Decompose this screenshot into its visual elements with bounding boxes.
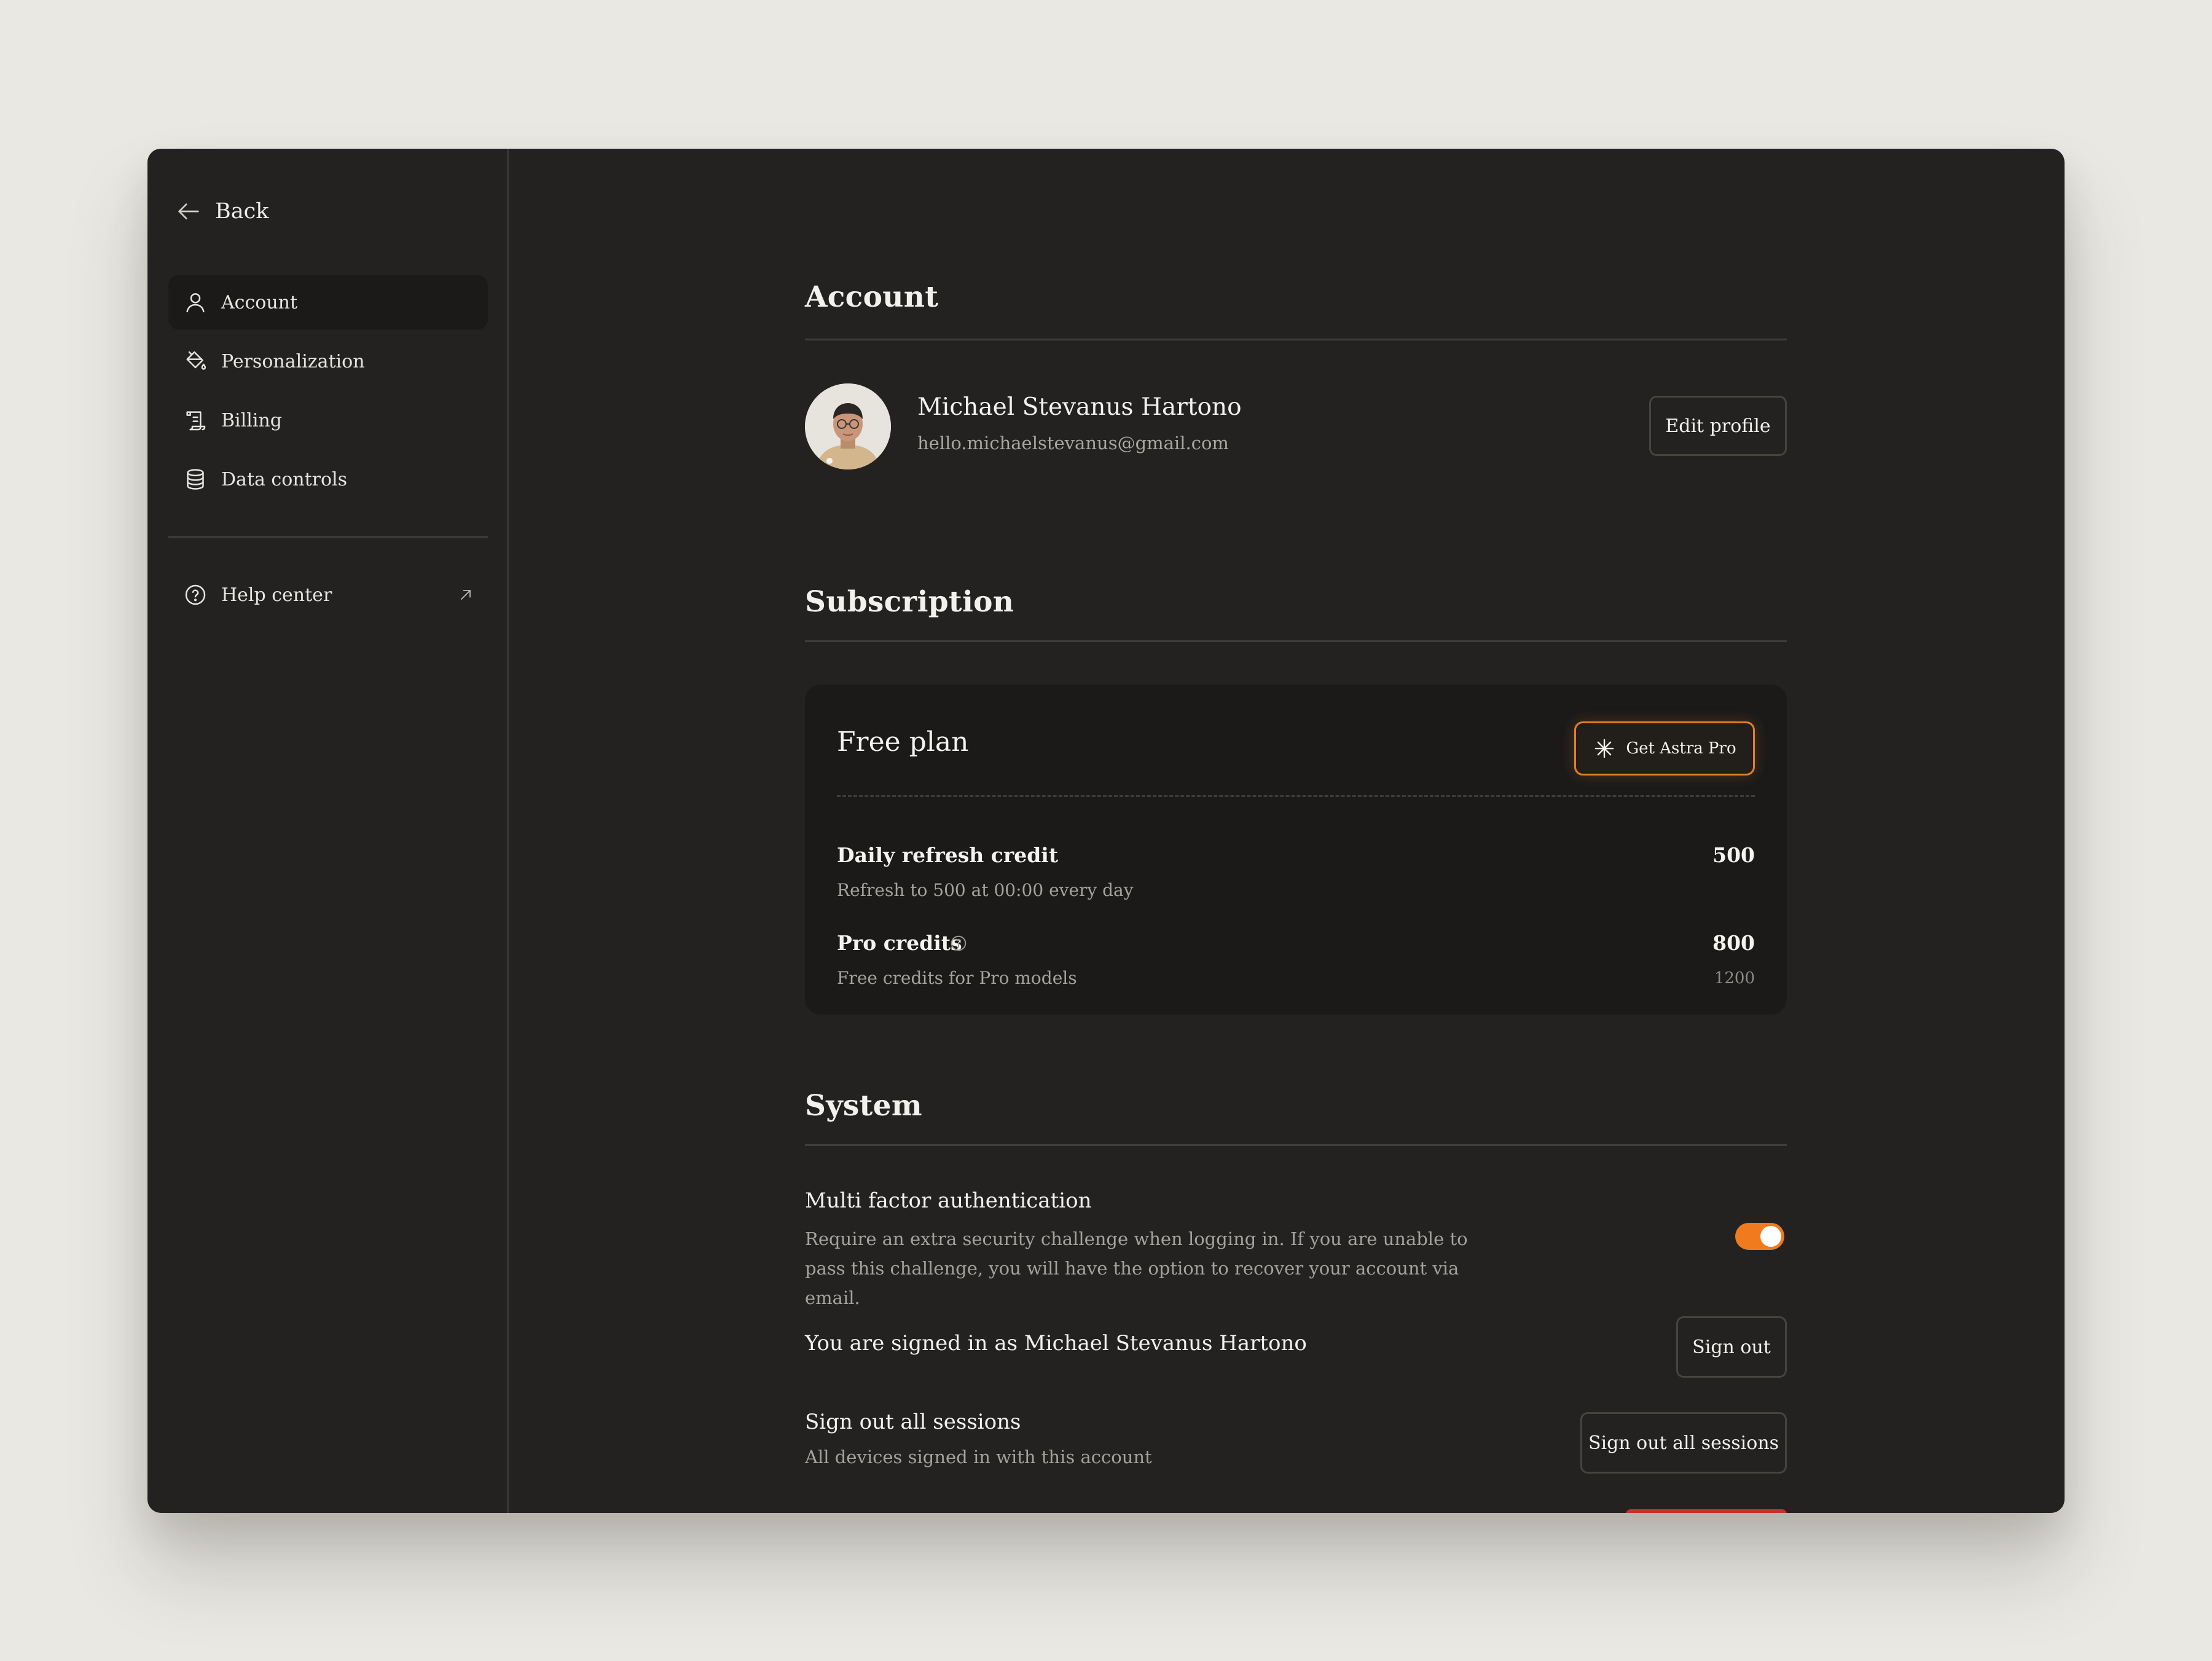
paint-bucket-icon <box>186 351 206 370</box>
mfa-toggle[interactable] <box>1735 1223 1784 1250</box>
subscription-heading: Subscription <box>805 585 1014 619</box>
get-pro-button[interactable]: Get Astra Pro <box>1574 721 1755 776</box>
danger-button-edge[interactable] <box>1626 1509 1787 1513</box>
daily-credit-label: Daily refresh credit <box>837 843 1059 867</box>
sessions-label: Sign out all sessions <box>805 1410 1021 1434</box>
sidebar-item-label: Billing <box>221 409 282 431</box>
get-pro-label: Get Astra Pro <box>1626 739 1736 758</box>
plan-divider <box>837 795 1755 797</box>
account-divider <box>805 339 1787 340</box>
signed-in-label: You are signed in as Michael Stevanus Ha… <box>805 1331 1307 1356</box>
avatar <box>805 383 891 469</box>
daily-credit-description: Refresh to 500 at 00:00 every day <box>837 880 1134 900</box>
sidebar-nav: Account Personalization Billing Data con… <box>168 275 488 511</box>
pro-credit-label: Pro credits <box>837 931 962 955</box>
sidebar-item-personalization[interactable]: Personalization <box>168 334 488 388</box>
help-icon <box>185 584 206 605</box>
sign-out-all-button[interactable]: Sign out all sessions <box>1580 1412 1787 1474</box>
subscription-divider <box>805 640 1787 642</box>
system-heading: System <box>805 1089 922 1123</box>
profile-email: hello.michaelstevanus@gmail.com <box>917 433 1229 454</box>
help-center-label: Help center <box>221 584 332 606</box>
sidebar-item-label: Personalization <box>221 350 365 372</box>
sidebar-item-label: Data controls <box>221 468 348 490</box>
sidebar-divider <box>168 536 488 538</box>
external-link-icon <box>461 590 471 600</box>
plan-card: Free plan Get Astra Pro Daily refresh cr… <box>805 685 1787 1015</box>
avatar-photo <box>805 383 891 469</box>
user-icon <box>186 293 205 313</box>
sidebar: Back Account Personalization Billing Dat… <box>147 149 509 1513</box>
back-label: Back <box>215 199 269 224</box>
system-divider <box>805 1144 1787 1146</box>
sidebar-item-billing[interactable]: Billing <box>168 393 488 447</box>
pro-credit-value: 800 <box>1712 931 1755 955</box>
sidebar-item-label: Account <box>221 291 298 313</box>
help-center-link[interactable]: Help center <box>168 568 488 622</box>
sign-out-button[interactable]: Sign out <box>1676 1316 1787 1378</box>
toggle-knob <box>1760 1226 1781 1247</box>
receipt-icon <box>186 411 206 431</box>
arrow-left-icon <box>178 203 199 219</box>
account-heading: Account <box>805 280 939 314</box>
pro-credit-total: 1200 <box>1714 969 1755 988</box>
info-icon[interactable] <box>949 934 968 952</box>
profile-name: Michael Stevanus Hartono <box>917 393 1242 421</box>
database-icon <box>187 469 204 490</box>
mfa-description: Require an extra security challenge when… <box>805 1228 1468 1308</box>
sessions-description: All devices signed in with this account <box>805 1447 1152 1467</box>
settings-window: Back Account Personalization Billing Dat… <box>147 149 2065 1513</box>
pro-credit-description: Free credits for Pro models <box>837 968 1077 988</box>
back-button[interactable]: Back <box>175 187 269 236</box>
sidebar-item-account[interactable]: Account <box>168 275 488 329</box>
plan-name: Free plan <box>837 726 969 758</box>
sidebar-item-data-controls[interactable]: Data controls <box>168 452 488 506</box>
sparkle-icon <box>1594 739 1614 758</box>
daily-credit-value: 500 <box>1712 843 1755 867</box>
edit-profile-button[interactable]: Edit profile <box>1649 396 1787 456</box>
mfa-label: Multi factor authentication <box>805 1188 1092 1213</box>
